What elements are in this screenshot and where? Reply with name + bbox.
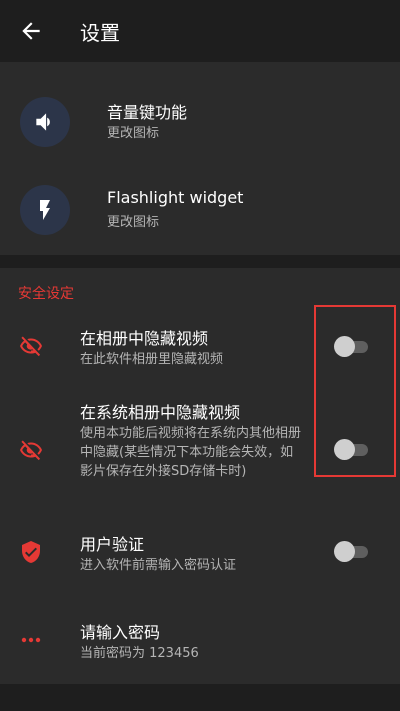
toggle-thumb xyxy=(334,439,355,460)
user-verification-title: 用户验证 xyxy=(80,535,145,554)
volume-key-subtitle: 更改图标 xyxy=(107,126,160,141)
hide-in-system-album-toggle[interactable] xyxy=(334,438,370,462)
hide-in-album-subtitle: 在此软件相册里隐藏视频 xyxy=(80,352,224,367)
toggle-thumb xyxy=(334,336,355,357)
user-verification-toggle[interactable] xyxy=(334,540,370,564)
flashlight-widget-title: Flashlight widget xyxy=(107,188,244,207)
toggle-thumb xyxy=(334,541,355,562)
volume-key-title: 音量键功能 xyxy=(107,103,188,122)
app-bar: 设置 xyxy=(0,0,400,62)
hide-in-system-album-subtitle: 使用本功能后视频将在系统内其他相册中隐藏(某些情况下本功能会失效，如影片保存在外… xyxy=(80,426,302,479)
enter-password-subtitle: 当前密码为 123456 xyxy=(80,646,199,661)
eye-off-icon xyxy=(20,336,42,357)
arrow-left-icon[interactable] xyxy=(18,18,44,44)
user-verification-subtitle: 进入软件前需输入密码认证 xyxy=(80,558,237,573)
enter-password-title: 请输入密码 xyxy=(80,623,161,642)
security-header: 安全设定 xyxy=(18,286,74,302)
hide-in-album-title: 在相册中隐藏视频 xyxy=(80,329,209,348)
page-title: 设置 xyxy=(80,21,120,45)
hide-in-album-toggle[interactable] xyxy=(334,335,370,359)
more-dots-icon xyxy=(21,637,41,643)
bottom-divider xyxy=(0,684,400,711)
eye-off-icon xyxy=(20,440,42,461)
enter-password-row[interactable]: 请输入密码 当前密码为 123456 xyxy=(0,606,400,670)
section-divider xyxy=(0,255,400,268)
hide-in-system-album-title: 在系统相册中隐藏视频 xyxy=(80,403,241,422)
flashlight-widget-subtitle: 更改图标 xyxy=(107,215,160,230)
flashlight-widget-row[interactable]: Flashlight widget 更改图标 xyxy=(0,166,400,254)
speaker-icon xyxy=(20,97,70,147)
volume-key-function-row[interactable]: 音量键功能 更改图标 xyxy=(0,78,400,166)
lightning-icon xyxy=(20,185,70,235)
shield-check-icon xyxy=(22,541,40,563)
